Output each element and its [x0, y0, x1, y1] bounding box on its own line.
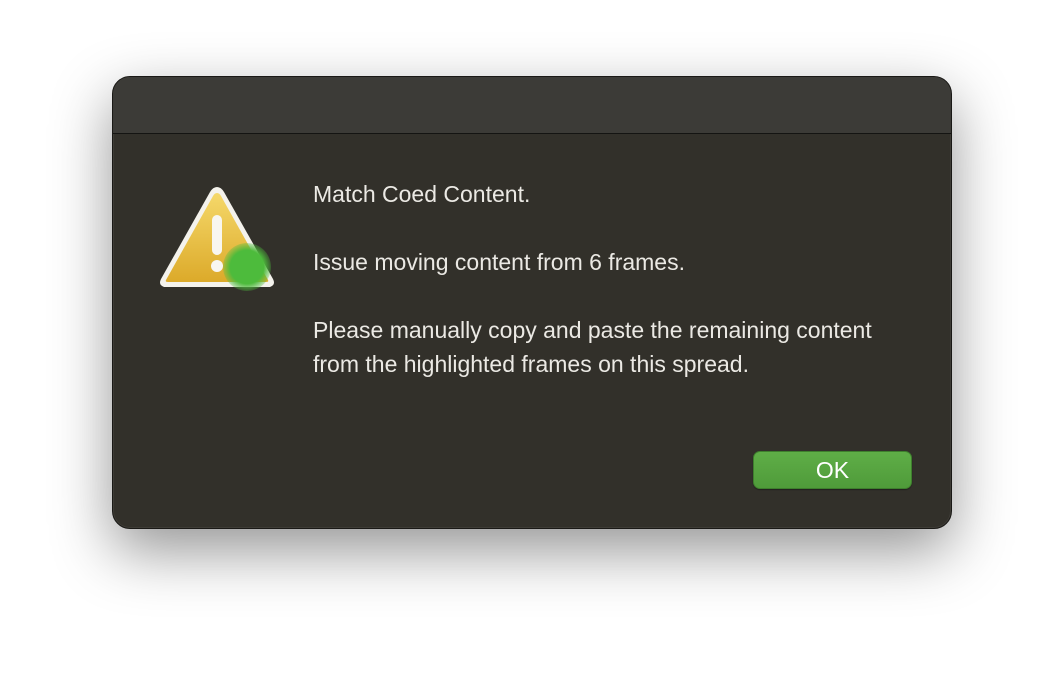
alert-issue-text: Issue moving content from 6 frames.: [313, 249, 685, 275]
ok-button[interactable]: OK: [753, 451, 912, 489]
alert-message: Match Coed Content. Issue moving content…: [313, 177, 913, 381]
warning-triangle-icon: [160, 187, 274, 291]
green-dot-icon: [223, 243, 271, 291]
warning-icon-group: [155, 181, 279, 297]
screen: Match Coed Content. Issue moving content…: [0, 0, 1064, 678]
alert-dialog: Match Coed Content. Issue moving content…: [112, 76, 952, 529]
dialog-titlebar[interactable]: [113, 77, 951, 134]
alert-title: Match Coed Content.: [313, 181, 531, 207]
alert-instructions-text: Please manually copy and paste the remai…: [313, 317, 872, 377]
